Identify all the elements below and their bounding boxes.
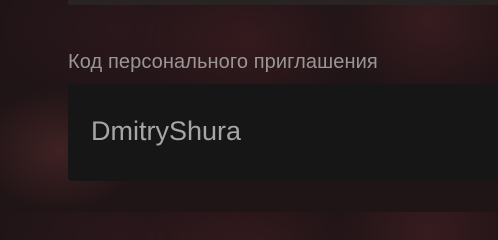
invite-code-field[interactable]: DmitryShura xyxy=(68,84,498,181)
upper-field-edge xyxy=(68,0,498,5)
invite-code-value: DmitryShura xyxy=(91,116,242,146)
invite-code-label: Код персонального приглашения xyxy=(68,51,378,73)
